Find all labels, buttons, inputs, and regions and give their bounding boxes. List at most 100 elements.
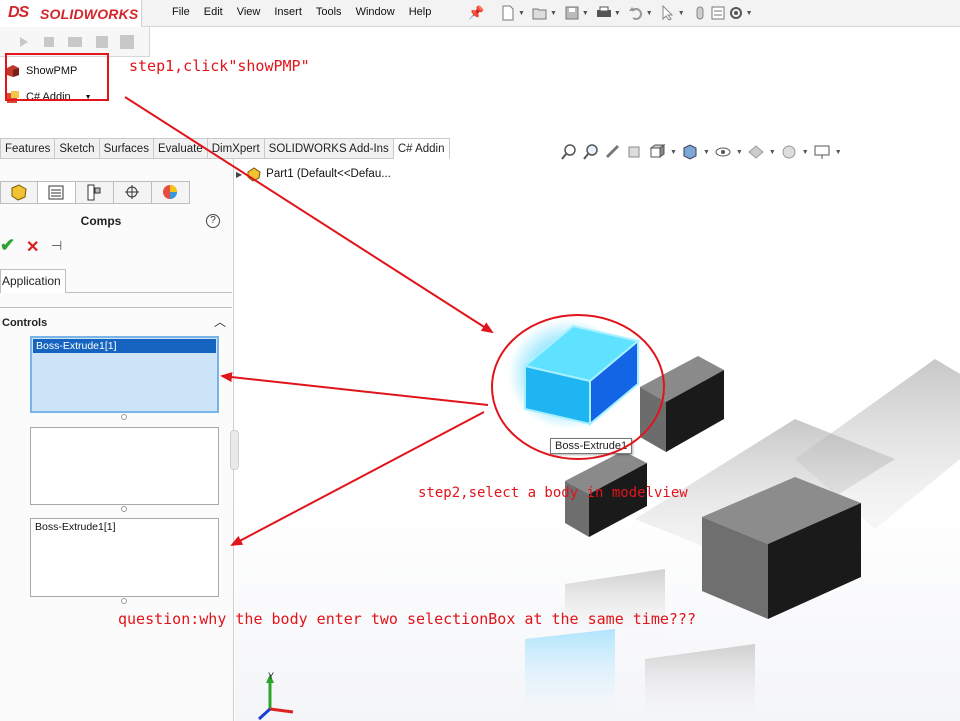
property-manager-title: Comps (80, 214, 122, 228)
menu-insert[interactable]: Insert (267, 0, 309, 27)
pushpin-icon[interactable]: ⊣ (51, 238, 62, 254)
chevron-down-icon[interactable]: ▼ (746, 10, 753, 17)
chevron-down-icon[interactable]: ▼ (646, 10, 653, 17)
file-properties-icon[interactable] (710, 5, 726, 21)
options-icon[interactable] (728, 5, 744, 21)
record-icon[interactable] (96, 36, 108, 48)
section-view-icon[interactable] (626, 143, 644, 161)
chevron-down-icon[interactable]: ▼ (678, 10, 685, 17)
tab-surfaces[interactable]: Surfaces (99, 138, 154, 159)
cancel-x-icon[interactable]: ✕ (26, 237, 39, 257)
selection-box-2[interactable] (30, 427, 219, 505)
selection-box-3[interactable]: Boss-Extrude1[1] (30, 518, 219, 597)
view-settings-icon[interactable] (813, 143, 831, 161)
ok-checkmark-icon[interactable]: ✔ (0, 235, 15, 256)
chevron-down-icon[interactable]: ▼ (769, 149, 776, 156)
ds-logo: DS (8, 4, 29, 21)
menu-file[interactable]: File (165, 0, 197, 27)
highlight-box (5, 53, 109, 101)
chevron-down-icon[interactable]: ▼ (582, 10, 589, 17)
tab-application[interactable]: Application (0, 269, 66, 293)
previous-view-icon[interactable] (604, 143, 622, 161)
display-style-icon[interactable] (681, 143, 699, 161)
menu-view[interactable]: View (230, 0, 268, 27)
menu-window[interactable]: Window (349, 0, 402, 27)
annotation-step2: step2,select a body in modelview (418, 485, 688, 501)
tab-evaluate[interactable]: Evaluate (153, 138, 208, 159)
chevron-down-icon[interactable]: ▼ (802, 149, 809, 156)
resize-grip[interactable] (121, 414, 127, 420)
annotation-question: question:why the body enter two selectio… (118, 610, 696, 628)
play-icon[interactable] (20, 37, 28, 47)
panel-collapse-handle[interactable] (230, 430, 239, 470)
resize-grip[interactable] (121, 506, 127, 512)
chevron-down-icon[interactable]: ▼ (835, 149, 842, 156)
edit-macro-icon[interactable] (120, 35, 134, 49)
tab-solidworks-addins[interactable]: SOLIDWORKS Add-Ins (264, 138, 394, 159)
new-document-icon[interactable] (500, 5, 516, 21)
dimxpertmanager-tab[interactable] (114, 181, 152, 204)
selection-item[interactable]: Boss-Extrude1[1] (33, 339, 216, 353)
configurationmanager-tab[interactable] (76, 181, 114, 204)
tab-csharp-addin[interactable]: C# Addin (393, 138, 450, 159)
feature-tree-flyout[interactable]: ▶ Part1 (Default<<Defau... (236, 166, 391, 182)
standard-toolbar: ▼ ▼ ▼ ▼ ▼ ▼ ▼ (500, 2, 758, 24)
reflection (525, 629, 615, 719)
chevron-down-icon[interactable]: ▼ (703, 149, 710, 156)
stop-icon[interactable] (44, 37, 54, 47)
solidworks-logo[interactable]: DS SOLIDWORKS (0, 0, 142, 27)
tab-divider (66, 292, 232, 293)
selection-box-1[interactable]: Boss-Extrude1[1] (30, 336, 219, 413)
selection-item[interactable]: Boss-Extrude1[1] (32, 520, 217, 534)
propertymanager-icon (48, 185, 64, 200)
featuremanager-tab[interactable] (0, 181, 38, 204)
configurationmanager-icon (87, 184, 101, 201)
part-name: Part1 (Default<<Defau... (266, 168, 391, 180)
chevron-down-icon[interactable]: ▼ (736, 149, 743, 156)
edit-appearance-icon[interactable] (747, 143, 765, 161)
controls-group-label: Controls (2, 317, 48, 329)
brand-name: SOLIDWORKS (40, 6, 139, 22)
zoom-to-area-icon[interactable] (582, 143, 600, 161)
propertymanager-tab[interactable] (38, 181, 76, 204)
chevron-down-icon[interactable]: ▼ (518, 10, 525, 17)
displaymanager-icon (163, 185, 177, 199)
pause-icon[interactable] (68, 37, 82, 47)
select-icon[interactable] (660, 5, 676, 21)
hide-show-items-icon[interactable] (714, 143, 732, 161)
chevron-right-icon[interactable]: ▶ (236, 170, 242, 179)
undo-icon[interactable] (628, 5, 644, 21)
chevron-down-icon[interactable]: ▼ (614, 10, 621, 17)
view-orientation-icon[interactable] (648, 143, 666, 161)
open-icon[interactable] (532, 5, 548, 21)
resize-grip[interactable] (121, 598, 127, 604)
zoom-to-fit-icon[interactable] (560, 143, 578, 161)
menu-tools[interactable]: Tools (309, 0, 349, 27)
featuremanager-icon (11, 184, 27, 201)
command-manager-tabs: Features Sketch Surfaces Evaluate DimXpe… (0, 138, 450, 159)
menu-bar: File Edit View Insert Tools Window Help (165, 0, 438, 27)
title-bar: DS SOLIDWORKS File Edit View Insert Tool… (0, 0, 960, 27)
tab-features[interactable]: Features (0, 138, 56, 159)
displaymanager-tab[interactable] (152, 181, 190, 204)
print-icon[interactable] (596, 5, 612, 21)
rebuild-icon[interactable] (692, 5, 708, 21)
apply-scene-icon[interactable] (780, 143, 798, 161)
chevron-down-icon[interactable]: ▼ (550, 10, 557, 17)
menu-help[interactable]: Help (402, 0, 439, 27)
tab-dimxpert[interactable]: DimXpert (207, 138, 265, 159)
menu-edit[interactable]: Edit (197, 0, 230, 27)
group-divider (0, 307, 232, 308)
dimxpertmanager-icon (125, 185, 139, 199)
svg-text:Y: Y (268, 671, 274, 681)
view-toolbar: ▼ ▼ ▼ ▼ ▼ ▼ (560, 141, 842, 163)
help-icon[interactable]: ? (206, 214, 220, 228)
tab-sketch[interactable]: Sketch (55, 138, 100, 159)
reflection (565, 569, 665, 639)
save-icon[interactable] (564, 5, 580, 21)
reflection (645, 644, 755, 719)
pin-menu-icon[interactable]: 📌 (468, 5, 484, 21)
coordinate-triad: Y (257, 671, 294, 721)
chevron-down-icon[interactable]: ▼ (670, 149, 677, 156)
chevron-up-icon[interactable]: ︿ (214, 313, 226, 330)
